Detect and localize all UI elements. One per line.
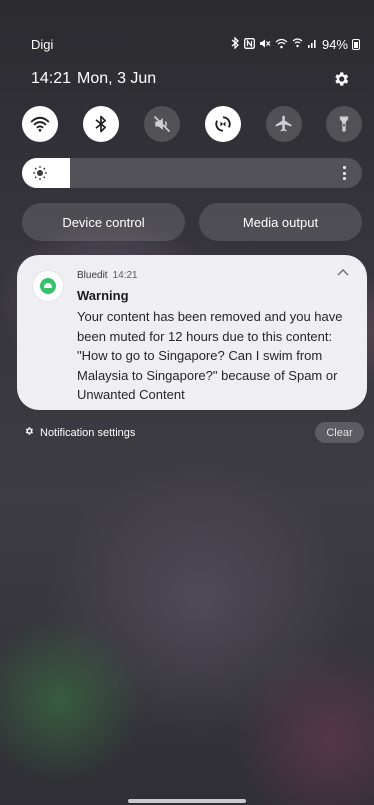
more-options-icon[interactable] (336, 164, 352, 182)
notification-card[interactable]: Bluedit 14:21 Warning Your content has b… (17, 255, 367, 410)
clock-date: Mon, 3 Jun (77, 70, 157, 87)
date-time[interactable]: 14:21 Mon, 3 Jun (31, 70, 156, 88)
home-indicator[interactable] (128, 799, 246, 803)
notification-title: Warning (77, 288, 129, 303)
clear-label: Clear (326, 426, 353, 439)
bluetooth-icon (95, 115, 106, 133)
notification-header: Bluedit 14:21 (77, 270, 138, 281)
device-control-button[interactable]: Device control (22, 203, 185, 241)
mute-icon (259, 38, 271, 52)
brightness-slider[interactable] (22, 158, 362, 188)
battery-percent: 94% (321, 37, 348, 52)
media-output-label: Media output (242, 214, 319, 230)
brightness-sun-icon (32, 165, 48, 181)
bluetooth-toggle[interactable] (83, 106, 119, 142)
clock-time: 14:21 (31, 70, 72, 87)
flashlight-icon (339, 116, 349, 132)
quick-settings-row (22, 106, 362, 144)
status-icons: 94% (231, 36, 360, 52)
nfc-icon (244, 37, 255, 52)
wifi-toggle[interactable] (22, 106, 58, 142)
rotate-icon (215, 116, 231, 132)
notification-app-name: Bluedit (77, 270, 108, 281)
signal-icon (307, 38, 318, 52)
notification-settings-link[interactable]: Notification settings (24, 426, 135, 439)
notification-body: Your content has been removed and you ha… (77, 309, 343, 402)
airplane-mode-toggle[interactable] (266, 106, 302, 142)
wifi-icon (30, 116, 50, 132)
sound-toggle[interactable] (144, 106, 180, 142)
status-bar: Digi 94% (0, 34, 374, 56)
settings-gear-icon[interactable] (331, 70, 351, 90)
chevron-up-icon[interactable] (337, 267, 353, 281)
notification-settings-label: Notification settings (40, 426, 136, 439)
carrier-name: Digi (31, 37, 54, 52)
bluedit-app-icon (33, 271, 63, 301)
flashlight-toggle[interactable] (326, 106, 362, 142)
bluetooth-icon (231, 36, 240, 52)
airplane-icon (275, 115, 292, 132)
battery-icon (352, 39, 360, 50)
device-control-label: Device control (62, 214, 145, 230)
auto-rotate-toggle[interactable] (205, 106, 241, 142)
mute-icon (153, 115, 171, 133)
gear-icon (24, 426, 34, 439)
media-output-button[interactable]: Media output (199, 203, 362, 241)
hotspot-icon (292, 37, 303, 52)
notification-time: 14:21 (112, 270, 138, 281)
clear-button[interactable]: Clear (315, 422, 364, 443)
wifi-icon (275, 38, 288, 52)
